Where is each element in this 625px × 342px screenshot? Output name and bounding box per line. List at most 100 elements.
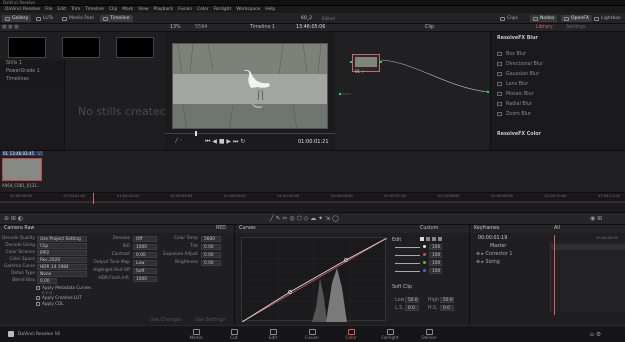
checkbox-cdl[interactable]: Apply CDL: [36, 301, 64, 306]
contrast-field[interactable]: 0.00: [133, 252, 157, 258]
edit-value-y[interactable]: 100: [429, 244, 442, 250]
channel-y-toggle[interactable]: [420, 237, 424, 241]
menu-item-clip[interactable]: Clip: [109, 7, 117, 12]
color-science-select[interactable]: IPP2: [37, 250, 87, 256]
decode-quality-select[interactable]: Use Project Setting: [37, 236, 87, 242]
viewer-tools-icon[interactable]: ╱ ◦: [175, 139, 182, 144]
detail-type-select[interactable]: None: [37, 271, 87, 277]
gallery-button[interactable]: Gallery: [2, 15, 32, 22]
tab-library[interactable]: Library: [536, 25, 553, 30]
menu-item-fusion[interactable]: Fusion: [178, 7, 192, 12]
keyframe-corrector[interactable]: ⊕ ▸ Corrector 1: [476, 252, 512, 257]
decode-using-select[interactable]: Clip: [37, 243, 87, 249]
edit-slider-y[interactable]: [395, 247, 420, 248]
fx-radial-blur[interactable]: Radial Blur: [497, 99, 532, 109]
tool-icons-center[interactable]: ╱ ✎ ✂ ◎ ⬡ ◇ ☁ ✦ ⇲ ◯: [270, 215, 339, 222]
menu-item-color[interactable]: Color: [197, 7, 208, 12]
edit-slider-b[interactable]: [395, 271, 420, 272]
page-fusion[interactable]: Fusion: [299, 327, 325, 342]
tint-field[interactable]: 0.00: [201, 244, 221, 250]
curves-mode-select[interactable]: Custom: [420, 225, 438, 233]
keyframe-playhead[interactable]: [554, 235, 555, 315]
menu-item-help[interactable]: Help: [265, 7, 275, 12]
fx-directional-blur[interactable]: Directional Blur: [497, 59, 543, 69]
menu-item-mark[interactable]: Mark: [122, 7, 133, 12]
clip-mode-selector[interactable]: Clip: [425, 25, 434, 30]
album-powergrade[interactable]: PowerGrade 1: [0, 68, 64, 76]
scrubber-track[interactable]: [165, 133, 335, 134]
node-output[interactable]: [380, 61, 382, 63]
menu-item-app[interactable]: DaVinci Resolve: [5, 7, 40, 12]
timeline-button[interactable]: Timeline: [100, 15, 133, 22]
menu-item-workspace[interactable]: Workspace: [236, 7, 260, 12]
album-stills[interactable]: Stills 1: [0, 60, 64, 68]
keyframe-filter-select[interactable]: All: [554, 225, 560, 233]
channel-r-toggle[interactable]: [426, 237, 430, 241]
page-color[interactable]: Color: [338, 327, 364, 342]
edit-value-b[interactable]: 100: [429, 268, 442, 274]
clips-button[interactable]: Clips: [500, 15, 518, 22]
hs-field[interactable]: 0.0: [440, 305, 454, 311]
keyframe-track-area[interactable]: [550, 242, 625, 312]
menu-item-trim[interactable]: Trim: [71, 7, 80, 12]
use-changes-button[interactable]: Use Changes: [150, 318, 181, 323]
checkbox-creative-lut[interactable]: Apply Creative LUT: [36, 295, 82, 300]
menu-item-edit[interactable]: Edit: [57, 7, 66, 12]
keyframe-sizing[interactable]: ⊕ ▸ Sizing: [476, 260, 500, 265]
keyframe-master[interactable]: Master: [490, 244, 506, 249]
clip-thumbnail[interactable]: [2, 158, 42, 181]
media-pool-button[interactable]: Media Pool: [62, 15, 94, 22]
nodes-button[interactable]: Nodes: [530, 15, 558, 22]
fx-box-blur[interactable]: Box Blur: [497, 49, 526, 59]
blend-bias-field[interactable]: 0.00: [37, 278, 57, 284]
scrubber-playhead[interactable]: [195, 131, 197, 136]
mini-timeline[interactable]: 01:00:00:00 01:00:01:00 01:00:02:00 01:00:0…: [0, 192, 625, 204]
menu-item-playback[interactable]: Playback: [154, 7, 174, 12]
settings-icons[interactable]: ⌂ ⚙: [590, 331, 601, 338]
page-deliver[interactable]: Deliver: [416, 327, 442, 342]
high-field[interactable]: 50.0: [440, 297, 454, 303]
fx-zoom-blur[interactable]: Zoom Blur: [497, 109, 531, 119]
use-settings-button[interactable]: Use Settings: [195, 318, 225, 323]
color-temp-field[interactable]: 5600: [201, 236, 221, 242]
album-timelines[interactable]: Timelines: [0, 76, 64, 84]
ls-field[interactable]: 0.0: [405, 305, 419, 311]
channel-g-toggle[interactable]: [432, 237, 436, 241]
gallery-thumb[interactable]: [116, 37, 154, 58]
tool-icons-right[interactable]: ◉ ⊞: [590, 215, 602, 222]
menu-item-fairlight[interactable]: Fairlight: [214, 7, 232, 12]
low-field[interactable]: 50.0: [405, 297, 419, 303]
edit-slider-r[interactable]: [395, 255, 420, 256]
timeline-selector[interactable]: Timeline 1: [250, 25, 275, 30]
tone-map-select[interactable]: Low: [133, 260, 157, 266]
menu-item-file[interactable]: File: [45, 7, 52, 12]
hdr-flash-field[interactable]: 1000: [133, 276, 157, 282]
fx-mosaic-blur[interactable]: Mosaic Blur: [497, 89, 534, 99]
fx-lens-blur[interactable]: Lens Blur: [497, 79, 528, 89]
page-media[interactable]: Media: [183, 327, 209, 342]
menu-item-view[interactable]: View: [138, 7, 148, 12]
gallery-thumb[interactable]: [62, 37, 100, 58]
edit-value-r[interactable]: 100: [429, 252, 442, 258]
exposure-field[interactable]: 0.00: [201, 252, 221, 258]
fx-gaussian-blur[interactable]: Gaussian Blur: [497, 69, 539, 79]
lightbox-button[interactable]: Lightbox: [594, 15, 621, 22]
luts-button[interactable]: LUTs: [36, 15, 53, 22]
video-frame[interactable]: [172, 43, 328, 129]
iso-select[interactable]: 1000: [133, 244, 157, 250]
color-space-select[interactable]: Rec.2020: [37, 257, 87, 263]
edit-slider-g[interactable]: [395, 263, 420, 264]
openfx-button[interactable]: OpenFX: [561, 15, 593, 22]
gamma-curve-select[interactable]: HDR 14 1984: [37, 264, 87, 270]
tool-icons-left[interactable]: ⊕ ⊞ ◐: [4, 215, 23, 222]
tab-settings[interactable]: Settings: [566, 25, 586, 30]
zoom-level[interactable]: 13%: [170, 25, 181, 30]
timeline-playhead[interactable]: [93, 193, 94, 204]
page-fairlight[interactable]: Fairlight: [377, 327, 403, 342]
denoise-select[interactable]: Off: [133, 236, 157, 242]
brightness-field[interactable]: 0.00: [201, 260, 221, 266]
edit-value-g[interactable]: 100: [429, 260, 442, 266]
rolloff-select[interactable]: Soft: [133, 268, 157, 274]
channel-b-toggle[interactable]: [438, 237, 442, 241]
page-cut[interactable]: Cut: [221, 327, 247, 342]
